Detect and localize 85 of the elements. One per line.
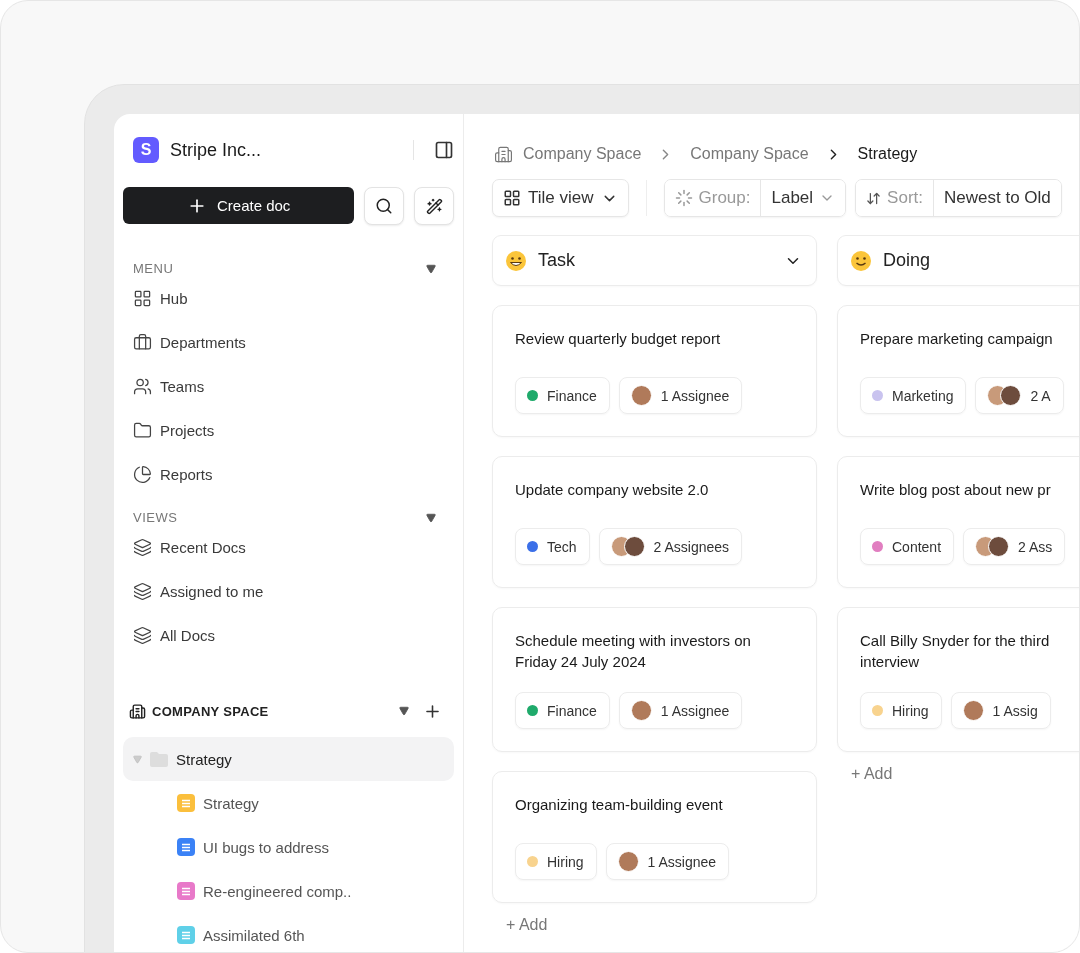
- avatar: [988, 536, 1010, 557]
- task-card[interactable]: Organizing team-building event Hiring 1 Assignee: [492, 771, 817, 903]
- card-title: Update company website 2.0: [515, 480, 710, 500]
- card-title: Organizing team-building event: [515, 795, 724, 815]
- assignee-tag[interactable]: 1 Assignee: [618, 377, 743, 414]
- task-card[interactable]: Schedule meeting with investors on Friday 24 July 2024 Finance 1 Assignee: [492, 607, 817, 752]
- layers-icon: [133, 581, 152, 601]
- folder-icon: [133, 420, 152, 440]
- building-icon: [129, 702, 146, 720]
- hub-icon: [133, 288, 152, 308]
- tree-item[interactable]: UI bugs to address: [123, 825, 454, 869]
- card-title: Schedule meeting with investors on Friday 24 July 2024: [515, 631, 752, 672]
- nav-item[interactable]: Departments: [123, 320, 454, 364]
- panel-toggle-icon[interactable]: [434, 140, 454, 160]
- nav-item[interactable]: Reports: [123, 452, 454, 496]
- label-tag: Hiring: [515, 843, 597, 880]
- nav-item[interactable]: Projects: [123, 408, 454, 452]
- avatar: [1000, 385, 1022, 406]
- card-title: Call Billy Snyder for the third interview: [860, 631, 1051, 672]
- breadcrumb-link[interactable]: Company Space: [523, 145, 642, 163]
- workspace-logo: S: [133, 137, 159, 163]
- pie-chart-icon: [133, 464, 152, 484]
- layers-icon: [133, 537, 152, 557]
- create-doc-button[interactable]: Create doc: [123, 187, 355, 224]
- section-title: COMPANY SPACE: [152, 703, 270, 719]
- nav-item[interactable]: Recent Docs: [123, 525, 454, 569]
- task-card[interactable]: Write blog post about new pr Content 2 Ass: [837, 456, 1079, 588]
- building-icon: [494, 144, 513, 164]
- tree-item[interactable]: Re-engineered comp..: [123, 869, 454, 913]
- grid-icon: [503, 189, 521, 207]
- nav-item[interactable]: Hub: [123, 276, 454, 320]
- card-title: Prepare marketing campaign: [860, 329, 1054, 349]
- group-dropdown[interactable]: Label: [760, 180, 846, 216]
- layers-icon: [133, 625, 152, 645]
- avatar: [962, 700, 984, 721]
- tree-item[interactable]: Strategy: [123, 737, 454, 781]
- add-link[interactable]: + Add: [837, 765, 1079, 783]
- assignee-tag[interactable]: 2 Assignees: [598, 528, 743, 565]
- task-card[interactable]: Prepare marketing campaign Marketing 2 A: [837, 305, 1079, 437]
- label-tag: Marketing: [860, 377, 967, 414]
- task-card[interactable]: Call Billy Snyder for the third interview Hiring 1 Assig: [837, 607, 1079, 752]
- avatar: [630, 385, 652, 406]
- assignee-tag[interactable]: 1 Assignee: [618, 692, 743, 729]
- breadcrumb-link[interactable]: Strategy: [857, 145, 918, 163]
- assignee-tag[interactable]: 2 A: [975, 377, 1064, 414]
- sort-dropdown[interactable]: Newest to Old: [933, 180, 1061, 216]
- search-icon: [375, 197, 394, 215]
- section-title: MENU: [133, 261, 174, 276]
- label-tag: Hiring: [860, 692, 942, 729]
- task-card[interactable]: Update company website 2.0 Tech 2 Assignees: [492, 456, 817, 588]
- assignee-tag[interactable]: 1 Assig: [950, 692, 1051, 729]
- card-title: Review quarterly budget report: [515, 329, 722, 349]
- nav-item[interactable]: Teams: [123, 364, 454, 408]
- label-tag: Tech: [515, 528, 590, 565]
- people-icon: [133, 376, 152, 396]
- avatar: [617, 851, 639, 872]
- view-dropdown[interactable]: Tile view: [492, 179, 629, 217]
- nav-item[interactable]: Assigned to me: [123, 569, 454, 613]
- label-tag: Finance: [515, 377, 610, 414]
- nav-item[interactable]: All Docs: [123, 613, 454, 657]
- magic-wand-button[interactable]: [414, 187, 454, 225]
- emoji-face-icon: [505, 249, 527, 272]
- label-tag: Content: [860, 528, 955, 565]
- tree-item[interactable]: Strategy: [123, 781, 454, 825]
- magic-wand-icon: [425, 197, 443, 215]
- briefcase-icon: [133, 332, 152, 352]
- add-link[interactable]: + Add: [492, 916, 817, 934]
- caret-icon[interactable]: [426, 263, 436, 274]
- sort-arrows-icon: [866, 190, 882, 206]
- caret-icon[interactable]: [426, 512, 436, 523]
- emoji-face-icon: [850, 249, 872, 272]
- card-title: Write blog post about new pr: [860, 480, 1052, 500]
- column-header[interactable]: Doing: [837, 235, 1079, 286]
- caret-icon[interactable]: [399, 706, 409, 716]
- workspace-name[interactable]: Stripe Inc...: [170, 139, 413, 161]
- avatar: [630, 700, 652, 721]
- search-button[interactable]: [364, 187, 405, 225]
- column-header[interactable]: Task: [492, 235, 817, 286]
- breadcrumb-link[interactable]: Company Space: [690, 145, 809, 163]
- section-title: VIEWS: [133, 510, 178, 525]
- task-card[interactable]: Review quarterly budget report Finance 1 Assignee: [492, 305, 817, 437]
- label-tag: Finance: [515, 692, 610, 729]
- assignee-tag[interactable]: 1 Assignee: [605, 843, 730, 880]
- assignee-tag[interactable]: 2 Ass: [963, 528, 1066, 565]
- tree-item[interactable]: Assimilated 6th: [123, 913, 454, 952]
